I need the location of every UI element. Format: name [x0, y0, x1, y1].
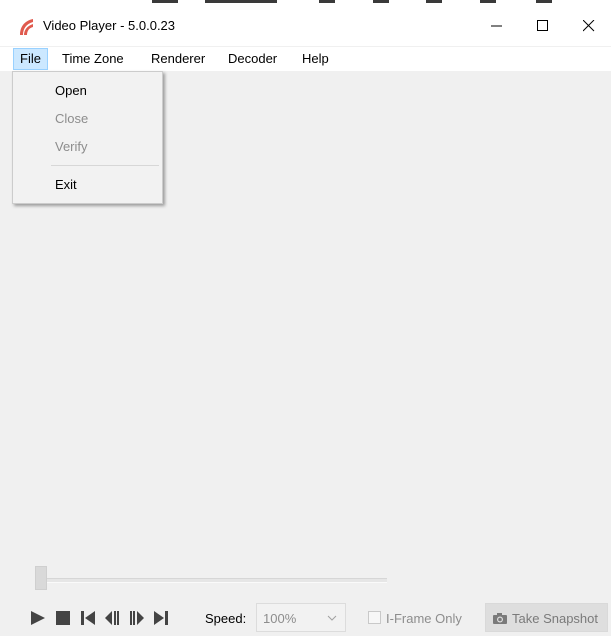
menu-renderer[interactable]: Renderer	[145, 49, 211, 69]
seek-slider-thumb[interactable]	[35, 566, 47, 590]
seek-slider-track[interactable]	[45, 578, 387, 583]
close-button[interactable]	[566, 10, 611, 42]
speed-label: Speed:	[205, 611, 247, 626]
menu-item-close: Close	[55, 111, 89, 126]
play-icon[interactable]	[30, 610, 46, 626]
menu-bar: File Time Zone Renderer Decoder Help	[0, 47, 611, 71]
step-forward-icon[interactable]	[129, 610, 145, 626]
skip-to-end-icon[interactable]	[153, 610, 169, 626]
menu-item-open[interactable]: Open	[55, 83, 87, 98]
menu-item-exit[interactable]: Exit	[55, 177, 77, 192]
window-title: Video Player - 5.0.0.23	[43, 18, 176, 33]
menu-time-zone[interactable]: Time Zone	[56, 49, 130, 69]
menu-help[interactable]: Help	[296, 49, 335, 69]
menu-separator	[51, 165, 159, 166]
iframe-only-label: I-Frame Only	[386, 611, 462, 626]
minimize-button[interactable]	[474, 10, 520, 42]
app-logo-icon	[20, 19, 33, 35]
step-back-icon[interactable]	[104, 610, 120, 626]
minimize-icon	[491, 25, 502, 27]
take-snapshot-label: Take Snapshot	[512, 611, 599, 626]
speed-value: 100%	[263, 611, 297, 626]
maximize-button[interactable]	[520, 10, 566, 42]
file-menu-dropdown: Open Close Verify Exit	[12, 71, 163, 204]
menu-decoder[interactable]: Decoder	[222, 49, 283, 69]
menu-item-verify: Verify	[55, 139, 88, 154]
iframe-only-checkbox[interactable]	[368, 611, 381, 624]
stop-icon[interactable]	[55, 610, 71, 626]
menu-file[interactable]: File	[13, 48, 48, 70]
title-bar-top-edge	[0, 0, 611, 6]
maximize-icon	[537, 20, 548, 31]
camera-icon	[493, 613, 507, 624]
take-snapshot-button[interactable]: Take Snapshot	[485, 603, 608, 632]
title-bar[interactable]: Video Player - 5.0.0.23	[0, 0, 611, 46]
skip-to-start-icon[interactable]	[80, 610, 96, 626]
chevron-down-icon	[327, 615, 337, 621]
close-icon	[583, 20, 595, 32]
video-player-window: Video Player - 5.0.0.23 File Time Zone R…	[0, 0, 611, 636]
speed-select[interactable]: 100%	[256, 603, 346, 632]
